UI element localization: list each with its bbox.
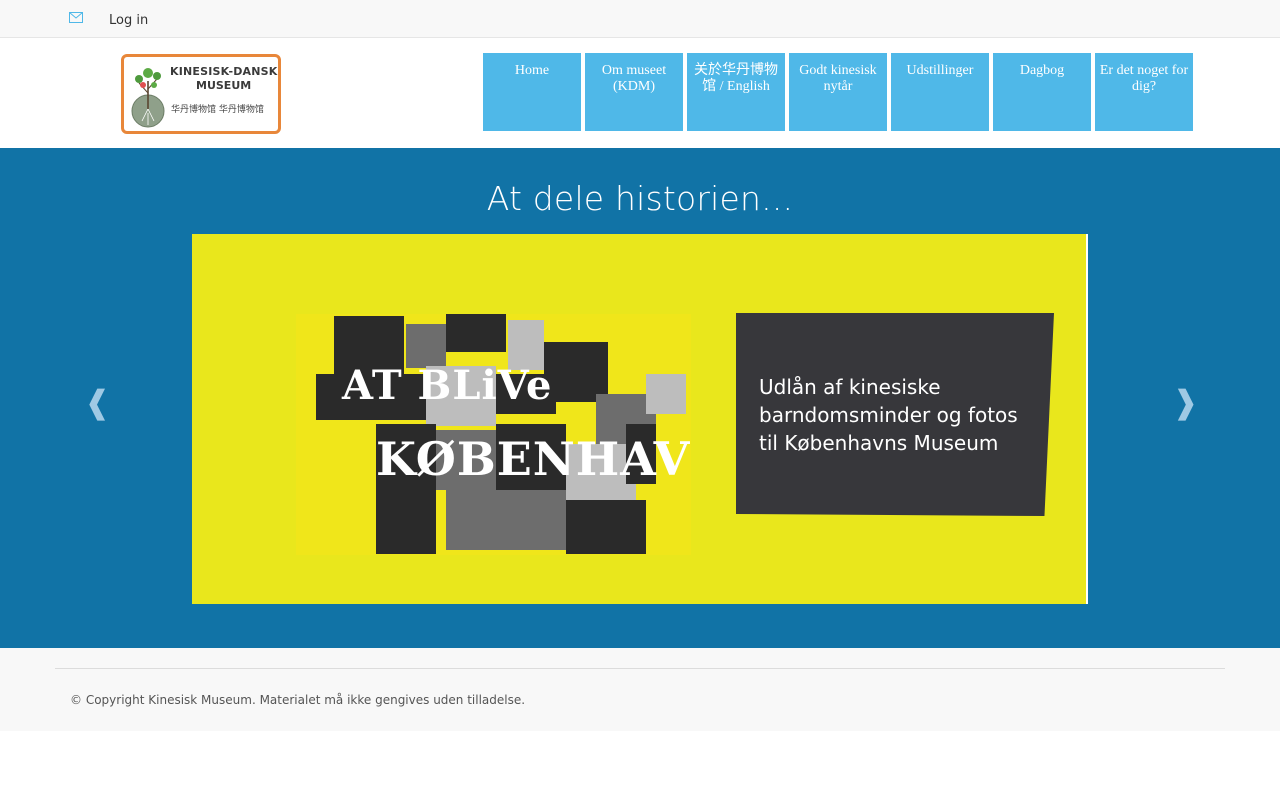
hero-section: At dele historien... ❰ ❱ AT BLiVe KØBENH… — [0, 148, 1280, 648]
login-link[interactable]: Log in — [109, 13, 148, 29]
collage-image: AT BLiVe KØBENHAVNER — [296, 314, 691, 555]
site-header: KINESISK-DANSK MUSEUM 华丹博物馆 华丹博物馆 Home O… — [0, 38, 1280, 148]
nav-item-home[interactable]: Home — [483, 53, 581, 131]
logo-text-line2: MUSEUM — [196, 79, 252, 92]
nav-item-nytaar[interactable]: Godt kinesisk nytår — [789, 53, 887, 131]
nav-item-english[interactable]: 关於华丹博物馆 / English — [687, 53, 785, 131]
footer-divider — [55, 668, 1225, 669]
collage-text-line1: AT BLiVe — [342, 362, 553, 409]
slider-image[interactable]: AT BLiVe KØBENHAVNER Udlån af kinesiske … — [192, 234, 1088, 604]
collage-text-line2: KØBENHAVNER — [376, 432, 691, 486]
nav-item-udstillinger[interactable]: Udstillinger — [891, 53, 989, 131]
copyright-text: © Copyright Kinesisk Museum. Materialet … — [70, 693, 526, 707]
slider-next-arrow-icon[interactable]: ❱ — [1172, 384, 1199, 420]
hero-title: At dele historien... — [486, 179, 794, 218]
nav-item-om-museet[interactable]: Om museet (KDM) — [585, 53, 683, 131]
slider-prev-arrow-icon[interactable]: ❰ — [84, 384, 111, 420]
main-nav: Home Om museet (KDM) 关於华丹博物馆 / English G… — [483, 53, 1193, 131]
tree-icon — [131, 68, 165, 128]
site-logo[interactable]: KINESISK-DANSK MUSEUM 华丹博物馆 华丹博物馆 — [121, 54, 281, 134]
nav-item-for-dig[interactable]: Er det noget for dig? — [1095, 53, 1193, 131]
nav-item-dagbog[interactable]: Dagbog — [993, 53, 1091, 131]
logo-text-line1: KINESISK-DANSK — [170, 65, 278, 78]
slide-caption: Udlån af kinesiske barndomsminder og fot… — [759, 375, 1018, 455]
envelope-icon[interactable] — [69, 12, 83, 23]
slide-text-panel: Udlån af kinesiske barndomsminder og fot… — [736, 313, 1054, 516]
logo-text-line3: 华丹博物馆 华丹博物馆 — [171, 105, 264, 115]
site-footer: © Copyright Kinesisk Museum. Materialet … — [0, 648, 1280, 731]
top-bar: Log in — [0, 0, 1280, 38]
